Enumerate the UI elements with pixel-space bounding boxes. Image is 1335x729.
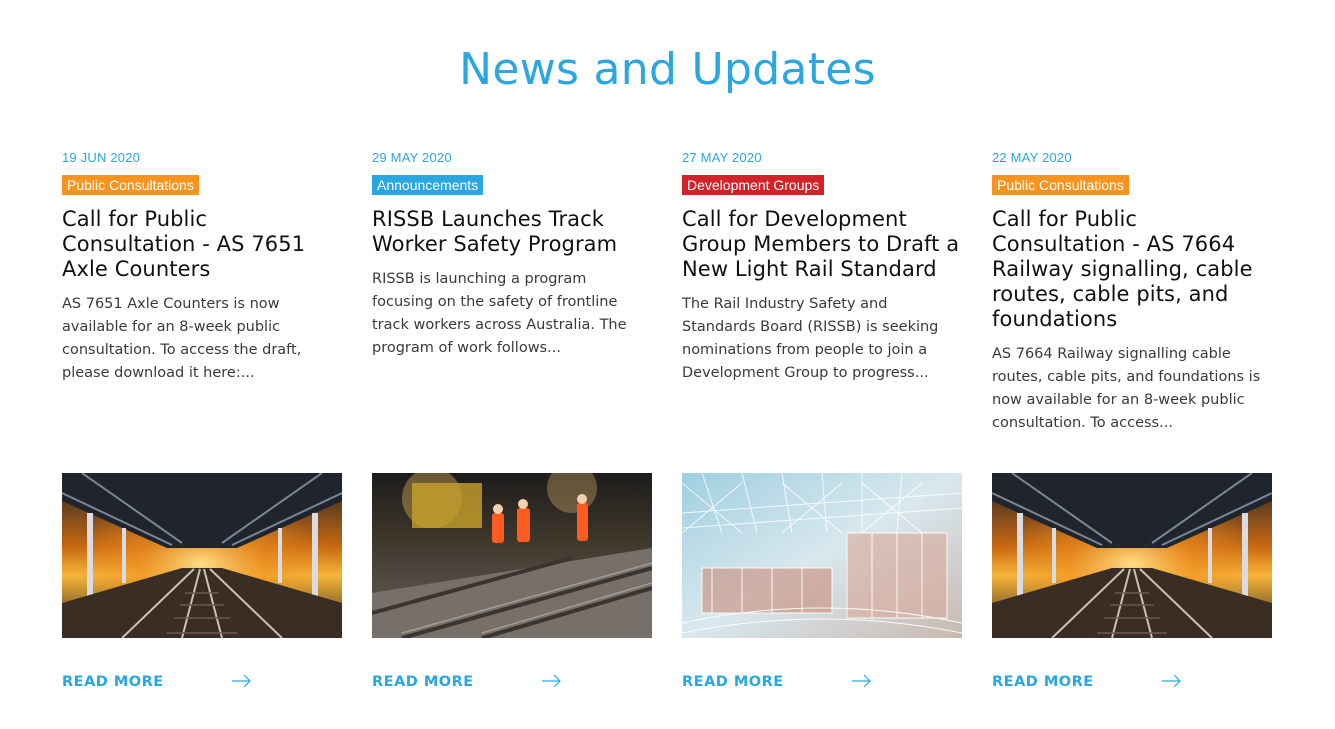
category-tag[interactable]: Public Consultations [62,175,199,195]
news-image[interactable] [992,473,1272,638]
news-date: 29 MAY 2020 [372,150,452,165]
news-title[interactable]: Call for Public Consultation - AS 7651 A… [62,207,342,282]
news-excerpt: AS 7651 Axle Counters is now available f… [62,296,302,381]
news-card: 19 JUN 2020 Public Consultations Call fo… [62,150,342,710]
track-workers-image [372,473,652,638]
news-title[interactable]: RISSB Launches Track Worker Safety Progr… [372,207,652,257]
news-card: 27 MAY 2020 Development Groups Call for … [682,150,962,710]
read-more-link[interactable]: READ MORE [62,672,262,692]
news-title[interactable]: Call for Development Group Members to Dr… [682,207,962,282]
news-image[interactable] [682,473,962,638]
category-tag[interactable]: Development Groups [682,175,825,195]
arrow-right-icon [852,674,871,688]
read-more-label: READ MORE [62,674,164,690]
news-card: 29 MAY 2020 Announcements RISSB Launches… [372,150,652,710]
news-date: 22 MAY 2020 [992,150,1072,165]
category-tag[interactable]: Public Consultations [992,175,1129,195]
news-excerpt: RISSB is launching a program focusing on… [372,271,627,356]
arrow-right-icon [1162,674,1181,688]
news-title[interactable]: Call for Public Consultation - AS 7664 R… [992,207,1272,332]
read-more-label: READ MORE [682,674,784,690]
light-rail-wireframe-image [682,473,962,638]
read-more-label: READ MORE [372,674,474,690]
section-title: News and Updates [459,44,876,95]
news-date: 27 MAY 2020 [682,150,762,165]
news-excerpt: The Rail Industry Safety and Standards B… [682,296,939,381]
news-card: 22 MAY 2020 Public Consultations Call fo… [992,150,1272,710]
read-more-link[interactable]: READ MORE [682,672,882,692]
category-tag[interactable]: Announcements [372,175,484,195]
news-image[interactable] [62,473,342,638]
news-excerpt: AS 7664 Railway signalling cable routes,… [992,346,1261,431]
read-more-link[interactable]: READ MORE [992,672,1192,692]
news-date: 19 JUN 2020 [62,150,141,165]
read-more-link[interactable]: READ MORE [372,672,572,692]
railway-station-image [992,473,1272,638]
railway-station-image [62,473,342,638]
arrow-right-icon [542,674,561,688]
news-image[interactable] [372,473,652,638]
read-more-label: READ MORE [992,674,1094,690]
arrow-right-icon [232,674,251,688]
